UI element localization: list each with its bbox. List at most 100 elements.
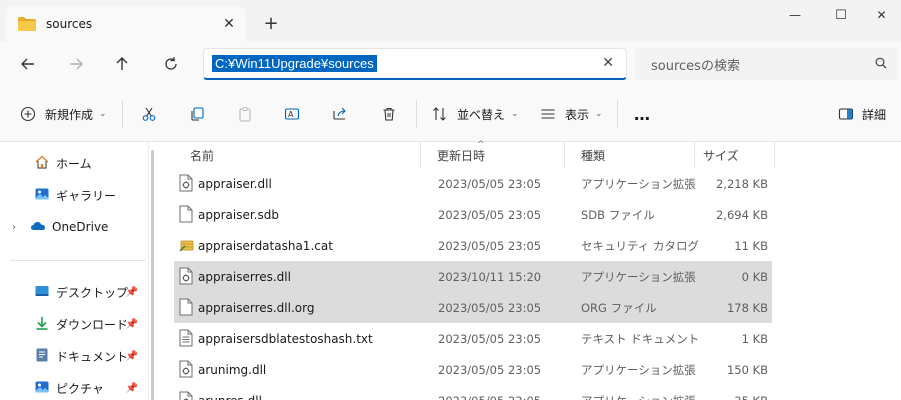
refresh-icon bbox=[165, 57, 177, 70]
catalog-icon bbox=[179, 236, 194, 254]
forward-button[interactable] bbox=[62, 50, 90, 78]
pin-icon: 📌 bbox=[125, 350, 138, 362]
sidebar-item-gallery[interactable]: ギャラリー bbox=[0, 183, 146, 207]
file-size: 1 KB bbox=[741, 331, 768, 346]
close-icon: ✕ bbox=[876, 8, 887, 22]
delete-button[interactable] bbox=[381, 102, 397, 126]
sidebar-item-label: ダウンロード bbox=[56, 317, 129, 332]
chevron-right-icon[interactable]: › bbox=[12, 222, 16, 233]
download-icon bbox=[34, 315, 50, 334]
up-button[interactable] bbox=[108, 50, 136, 78]
svg-text:A: A bbox=[288, 110, 294, 119]
navigation-scrollbar[interactable] bbox=[148, 142, 156, 400]
maximize-button[interactable]: ☐ bbox=[818, 0, 864, 30]
column-size-label: サイズ bbox=[703, 148, 739, 163]
documents-icon bbox=[34, 347, 50, 366]
paste-button[interactable] bbox=[237, 102, 253, 126]
file-row[interactable]: arunres.dll 2023/05/05 23:05 アプリケーション拡張 35 … bbox=[174, 385, 772, 400]
sidebar-item-label: デスクトップ bbox=[56, 285, 129, 300]
file-name: appraiserdatasha1.cat bbox=[198, 238, 333, 253]
sort-label: 並べ替え bbox=[457, 107, 506, 122]
more-icon: … bbox=[634, 104, 650, 124]
sidebar-item-desktop[interactable]: デスクトップ 📌 bbox=[0, 280, 146, 304]
command-bar: 新規作成 ⌄ A 並べ替え ⌄ 表示 ⌄ … 詳細 bbox=[0, 86, 901, 142]
pin-icon: 📌 bbox=[125, 382, 138, 394]
new-button[interactable]: 新規作成 ⌄ bbox=[20, 102, 107, 126]
desktop-icon bbox=[34, 283, 50, 302]
column-name-label: 名前 bbox=[190, 148, 215, 163]
gallery-icon bbox=[34, 186, 50, 205]
scrollbar-thumb[interactable] bbox=[151, 150, 154, 400]
column-header-type[interactable]: 種類 bbox=[565, 142, 695, 168]
view-button[interactable]: 表示 ⌄ bbox=[540, 102, 603, 126]
rename-icon: A bbox=[284, 108, 300, 120]
file-name: arunres.dll bbox=[198, 394, 262, 400]
file-date: 2023/05/05 23:05 bbox=[438, 176, 542, 191]
new-tab-button[interactable]: + bbox=[260, 12, 282, 34]
address-field[interactable]: C:¥Win11Upgrade¥sources ✕ bbox=[203, 48, 627, 80]
file-row[interactable]: appraiser.sdb 2023/05/05 23:05 SDB ファイル 2,6… bbox=[174, 199, 772, 230]
column-date-label: 更新日時 bbox=[437, 148, 486, 163]
search-icon[interactable] bbox=[875, 57, 887, 72]
details-pane-button[interactable]: 詳細 bbox=[838, 102, 886, 126]
sidebar-item-downloads[interactable]: ダウンロード 📌 bbox=[0, 312, 146, 336]
details-pane-icon bbox=[838, 108, 854, 120]
folder-icon bbox=[18, 17, 36, 31]
arrow-up-icon bbox=[116, 57, 128, 70]
minimize-button[interactable]: — bbox=[772, 0, 818, 30]
navigation-pane: ホーム ギャラリー › OneDrive デスクトップ 📌 ダウンロード 📌 ド… bbox=[0, 142, 146, 400]
file-row[interactable]: arunimg.dll 2023/05/05 23:05 アプリケーション拡張 150… bbox=[174, 354, 772, 385]
main-area: ホーム ギャラリー › OneDrive デスクトップ 📌 ダウンロード 📌 ド… bbox=[0, 140, 901, 400]
arrow-right-icon bbox=[70, 58, 83, 70]
sidebar-item-documents[interactable]: ドキュメント 📌 bbox=[0, 344, 146, 368]
file-date: 2023/05/05 23:05 bbox=[438, 394, 541, 400]
copy-button[interactable] bbox=[189, 102, 205, 126]
column-header-size[interactable]: サイズ bbox=[695, 142, 775, 168]
clear-icon[interactable]: ✕ bbox=[602, 55, 614, 71]
file-type: SDB ファイル bbox=[581, 207, 655, 222]
file-size: 35 KB bbox=[734, 394, 768, 400]
dll-icon bbox=[179, 174, 193, 192]
sidebar-item-onedrive[interactable]: › OneDrive bbox=[0, 215, 146, 239]
column-header-date[interactable]: 更新日時 bbox=[421, 142, 565, 168]
back-button[interactable] bbox=[14, 50, 42, 78]
close-window-button[interactable]: ✕ bbox=[862, 0, 901, 30]
sidebar-item-pictures[interactable]: ピクチャ 📌 bbox=[0, 376, 146, 400]
file-size: 11 KB bbox=[734, 238, 768, 253]
view-label: 表示 bbox=[565, 107, 590, 122]
tab-close-icon[interactable]: ✕ bbox=[218, 13, 240, 35]
column-header-name[interactable]: 名前 bbox=[174, 142, 421, 168]
sort-icon bbox=[433, 107, 446, 121]
divider bbox=[122, 100, 123, 128]
cut-button[interactable] bbox=[141, 102, 157, 126]
scissors-icon bbox=[142, 107, 156, 121]
file-date: 2023/05/05 23:05 bbox=[438, 362, 542, 377]
file-row[interactable]: appraisersdblatestoshash.txt 2023/05/05 2… bbox=[174, 323, 772, 354]
text-file-icon bbox=[179, 329, 193, 347]
share-button[interactable] bbox=[332, 102, 348, 126]
file-row[interactable]: appraiserres.dll 2023/10/11 15:20 アプリケーション… bbox=[174, 261, 772, 292]
search-field[interactable]: sourcesの検索 bbox=[635, 48, 897, 80]
onedrive-icon bbox=[30, 218, 46, 237]
file-row[interactable]: appraiserres.dll.org 2023/05/05 23:05 ORG … bbox=[174, 292, 772, 323]
chevron-down-icon: ⌄ bbox=[511, 109, 519, 119]
sort-button[interactable]: 並べ替え ⌄ bbox=[432, 102, 519, 126]
file-row[interactable]: appraiser.dll 2023/05/05 23:05 アプリケーション拡張 2… bbox=[174, 168, 772, 199]
sidebar-item-label: OneDrive bbox=[52, 220, 109, 234]
file-type: セキュリティ カタログ bbox=[581, 238, 699, 253]
more-options-button[interactable]: … bbox=[634, 102, 650, 126]
tab-sources[interactable]: sources ✕ bbox=[6, 6, 246, 42]
arrow-left-icon bbox=[21, 58, 34, 70]
sidebar-item-home[interactable]: ホーム bbox=[0, 151, 146, 175]
new-label: 新規作成 bbox=[45, 107, 94, 122]
sidebar-item-label: ピクチャ bbox=[56, 381, 104, 396]
address-path[interactable]: C:¥Win11Upgrade¥sources bbox=[212, 55, 377, 72]
rename-button[interactable]: A bbox=[284, 102, 300, 126]
tab-title: sources bbox=[46, 17, 93, 31]
file-date: 2023/05/05 23:05 bbox=[438, 300, 542, 315]
file-type: ORG ファイル bbox=[581, 300, 657, 315]
file-size: 0 KB bbox=[741, 269, 768, 284]
refresh-button[interactable] bbox=[157, 50, 185, 78]
home-icon bbox=[34, 154, 50, 173]
file-row[interactable]: appraiserdatasha1.cat 2023/05/05 23:05 セキュ… bbox=[174, 230, 772, 261]
